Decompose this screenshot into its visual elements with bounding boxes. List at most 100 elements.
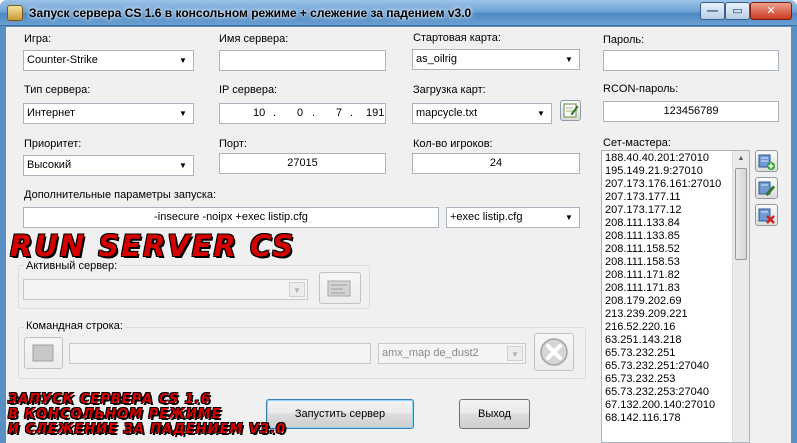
master-list-item[interactable]: 208.111.133.85 <box>602 230 749 243</box>
ip-octet-1: 10 <box>253 107 266 119</box>
priority-select[interactable]: Высокий ▼ <box>23 155 194 176</box>
chevron-down-icon: ▼ <box>565 213 573 222</box>
masters-list: 188.40.40.201:27010 195.149.21.9:27010 207… <box>602 151 749 425</box>
port-label: Порт: <box>219 138 247 150</box>
server-name-input[interactable] <box>219 50 386 71</box>
master-list-item[interactable]: 213.239.209.221 <box>602 308 749 321</box>
chevron-down-icon: ▼ <box>179 109 187 118</box>
extra-params-select[interactable]: +exec listip.cfg ▼ <box>446 207 580 228</box>
maximize-button[interactable]: ▭ <box>725 2 750 20</box>
cancel-icon <box>540 338 568 366</box>
game-select[interactable]: Counter-Strike ▼ <box>23 50 194 71</box>
command-line-input[interactable] <box>69 343 371 364</box>
banner-line-3: И СЛЕЖЕНИЕ ЗА ПАДЕНИЕМ V3.0 <box>8 422 286 437</box>
active-server-select[interactable]: ▼ <box>23 279 308 300</box>
chevron-down-icon: ▼ <box>289 282 305 297</box>
console-icon <box>32 344 54 362</box>
password-input[interactable] <box>603 50 779 71</box>
ip-separator: . <box>273 107 277 119</box>
server-name-label: Имя сервера: <box>219 33 289 45</box>
ip-octet-3: 7 <box>336 107 343 119</box>
ip-separator: . <box>312 107 316 119</box>
close-button[interactable]: ✕ <box>750 2 792 20</box>
clear-command-button[interactable] <box>534 333 574 371</box>
master-list-item[interactable]: 208.111.158.52 <box>602 243 749 256</box>
map-load-value: mapcycle.txt <box>416 107 478 119</box>
map-load-select[interactable]: mapcycle.txt ▼ <box>412 103 552 124</box>
rcon-input[interactable]: 123456789 <box>603 101 779 122</box>
chevron-down-icon: ▼ <box>179 56 187 65</box>
ip-label: IP сервера: <box>219 84 278 96</box>
console-button[interactable] <box>24 337 63 369</box>
ip-separator: . <box>350 107 354 119</box>
master-list-item[interactable]: 65.73.232.251 <box>602 347 749 360</box>
server-type-label: Тип сервера: <box>24 84 91 96</box>
delete-server-icon <box>758 208 775 224</box>
priority-value: Высокий <box>27 159 72 171</box>
active-server-action-button[interactable] <box>319 272 361 304</box>
priority-label: Приоритет: <box>24 138 82 150</box>
start-map-label: Стартовая карта: <box>413 32 501 44</box>
master-list-item[interactable]: 188.40.40.201:27010 <box>602 152 749 165</box>
edit-server-icon <box>758 181 775 196</box>
server-type-value: Интернет <box>27 107 75 119</box>
edit-maps-button[interactable] <box>560 100 581 121</box>
minimize-button[interactable]: — <box>700 2 725 20</box>
window-title: Запуск сервера CS 1.6 в консольном режим… <box>29 6 472 20</box>
command-line-label: Командная строка: <box>24 320 125 332</box>
master-list-item[interactable]: 207.173.176.161:27010 <box>602 178 749 191</box>
chevron-down-icon: ▼ <box>507 346 523 361</box>
exit-button[interactable]: Выход <box>459 399 530 429</box>
game-value: Counter-Strike <box>27 54 98 66</box>
scroll-up-icon[interactable]: ▲ <box>733 151 749 166</box>
chevron-down-icon: ▼ <box>537 109 545 118</box>
rcon-label: RCON-пароль: <box>603 83 679 95</box>
masters-scrollbar[interactable]: ▲ <box>732 151 749 442</box>
extra-params-input[interactable]: -insecure -noipx +exec listip.cfg <box>23 207 439 228</box>
master-list-item[interactable]: 65.73.232.253:27040 <box>602 386 749 399</box>
master-list-item[interactable]: 68.142.116.178 <box>602 412 749 425</box>
port-input[interactable]: 27015 <box>219 153 386 174</box>
ip-address-input[interactable]: 10 . 0 . 7 . 191 <box>219 103 386 124</box>
master-list-item[interactable]: 65.73.232.251:27040 <box>602 360 749 373</box>
server-type-select[interactable]: Интернет ▼ <box>23 103 194 124</box>
master-list-item[interactable]: 195.149.21.9:27010 <box>602 165 749 178</box>
start-server-button[interactable]: Запустить сервер <box>266 399 414 429</box>
edit-master-button[interactable] <box>755 177 778 199</box>
server-list-icon <box>327 280 351 297</box>
masters-listbox[interactable]: 188.40.40.201:27010 195.149.21.9:27010 207… <box>601 150 750 443</box>
map-load-label: Загрузка карт: <box>413 84 486 96</box>
chevron-down-icon: ▼ <box>179 161 187 170</box>
chevron-down-icon: ▼ <box>565 55 573 64</box>
master-list-item[interactable]: 216.52.220.16 <box>602 321 749 334</box>
banner-line-1: ЗАПУСК СЕРВЕРА CS 1.6 <box>8 392 211 407</box>
start-map-value: as_oilrig <box>416 53 457 65</box>
game-label: Игра: <box>24 33 52 45</box>
run-server-banner: RUN SERVER CS <box>10 229 296 263</box>
start-map-select[interactable]: as_oilrig ▼ <box>412 49 580 70</box>
ip-octet-2: 0 <box>297 107 304 119</box>
add-master-button[interactable] <box>755 150 778 172</box>
master-list-item[interactable]: 208.111.171.82 <box>602 269 749 282</box>
master-list-item[interactable]: 208.111.133.84 <box>602 217 749 230</box>
title-bar[interactable]: Запуск сервера CS 1.6 в консольном режим… <box>0 0 797 26</box>
extra-params-label: Дополнительные параметры запуска: <box>24 189 217 201</box>
master-list-item[interactable]: 207.173.177.12 <box>602 204 749 217</box>
command-select-value: amx_map de_dust2 <box>382 347 479 359</box>
app-window: Запуск сервера CS 1.6 в консольном режим… <box>0 0 797 443</box>
delete-master-button[interactable] <box>755 204 778 226</box>
command-select[interactable]: amx_map de_dust2 ▼ <box>378 343 526 364</box>
master-list-item[interactable]: 63.251.143.218 <box>602 334 749 347</box>
master-list-item[interactable]: 208.111.158.53 <box>602 256 749 269</box>
master-list-item[interactable]: 207.173.177.11 <box>602 191 749 204</box>
master-list-item[interactable]: 208.179.202.69 <box>602 295 749 308</box>
master-list-item[interactable]: 65.73.232.253 <box>602 373 749 386</box>
master-list-item[interactable]: 67.132.200.140:27010 <box>602 399 749 412</box>
players-label: Кол-во игроков: <box>413 138 493 150</box>
master-list-item[interactable]: 208.111.171.83 <box>602 282 749 295</box>
client-area: Игра: Counter-Strike ▼ Имя сервера: Стар… <box>6 27 791 443</box>
scroll-thumb[interactable] <box>735 168 747 260</box>
notepad-edit-icon <box>563 103 579 118</box>
players-input[interactable]: 24 <box>412 153 580 174</box>
add-server-icon <box>758 154 775 170</box>
